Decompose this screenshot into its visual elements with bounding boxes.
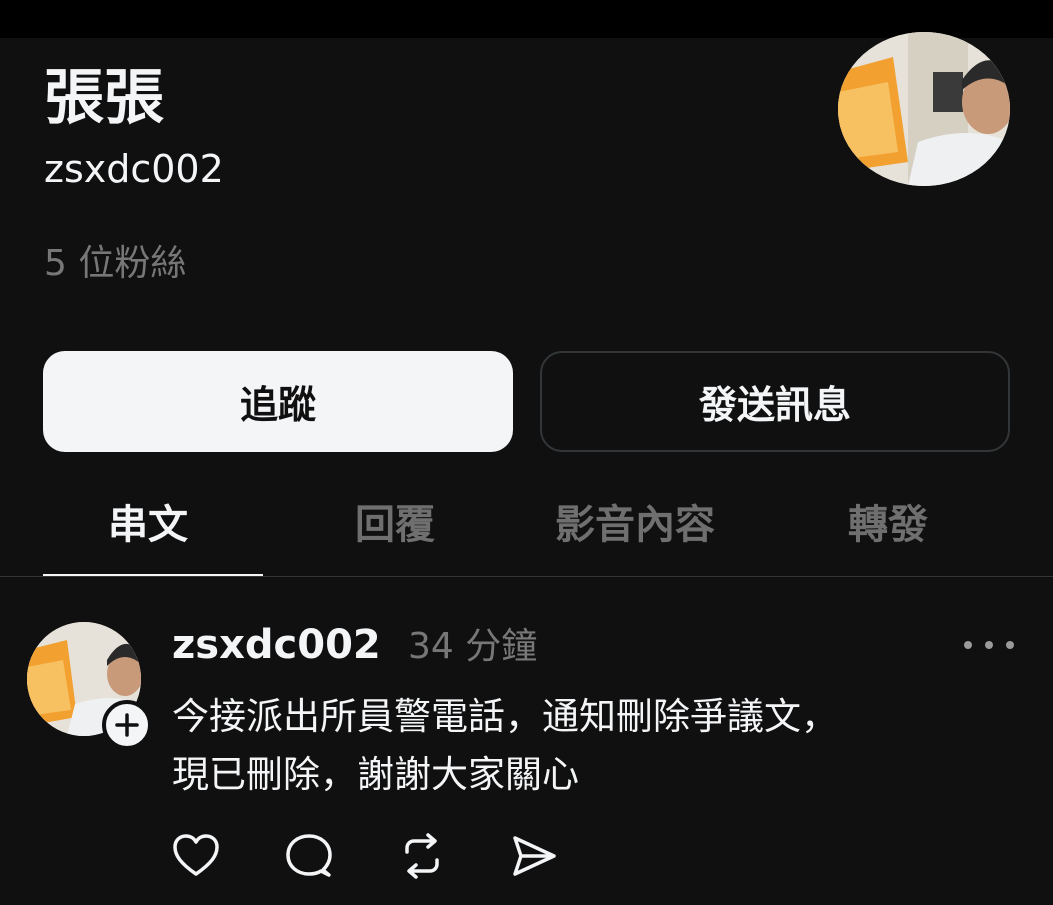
plus-icon xyxy=(115,713,139,737)
profile-handle: zsxdc002 xyxy=(44,147,224,191)
heart-icon xyxy=(173,834,219,876)
more-options-button[interactable] xyxy=(964,630,1014,660)
thread-post[interactable]: zsxdc002 34 分鐘 今接派出所員警電話，通知刪除爭議文， 現已刪除，謝… xyxy=(0,600,1053,905)
tab-replies[interactable]: 回覆 xyxy=(355,500,435,550)
repost-button[interactable] xyxy=(396,830,448,882)
send-message-button[interactable]: 發送訊息 xyxy=(540,351,1010,452)
reply-button[interactable] xyxy=(283,830,335,882)
profile-tabs: 串文 回覆 影音內容 轉發 xyxy=(0,486,1053,578)
tab-media[interactable]: 影音內容 xyxy=(555,500,715,550)
post-author-name[interactable]: zsxdc002 xyxy=(172,622,381,668)
profile-avatar[interactable] xyxy=(838,32,1010,186)
profile-page: 張張 zsxdc002 5 位粉絲 追蹤 發送訊息 串文 回覆 影音內容 轉發 xyxy=(0,0,1053,905)
follow-button[interactable]: 追蹤 xyxy=(43,351,513,452)
status-bar xyxy=(0,0,1053,38)
post-body: 今接派出所員警電話，通知刪除爭議文， 現已刪除，謝謝大家關心 xyxy=(172,688,1002,804)
repost-icon xyxy=(405,833,439,879)
send-icon xyxy=(513,836,556,876)
like-button[interactable] xyxy=(170,830,222,882)
post-text-line: 現已刪除，謝謝大家關心 xyxy=(172,753,579,796)
post-timestamp: 34 分鐘 xyxy=(408,626,538,667)
tabs-divider xyxy=(0,576,1053,577)
share-button[interactable] xyxy=(508,830,560,882)
tab-threads[interactable]: 串文 xyxy=(108,500,188,550)
post-text-line: 今接派出所員警電話，通知刪除爭議文， xyxy=(172,695,838,738)
tab-reposts[interactable]: 轉發 xyxy=(848,500,928,550)
follower-count[interactable]: 5 位粉絲 xyxy=(44,240,186,288)
quick-follow-button[interactable] xyxy=(102,700,152,750)
comment-icon xyxy=(286,834,332,877)
profile-display-name: 張張 xyxy=(44,63,164,133)
more-icon xyxy=(964,641,972,649)
